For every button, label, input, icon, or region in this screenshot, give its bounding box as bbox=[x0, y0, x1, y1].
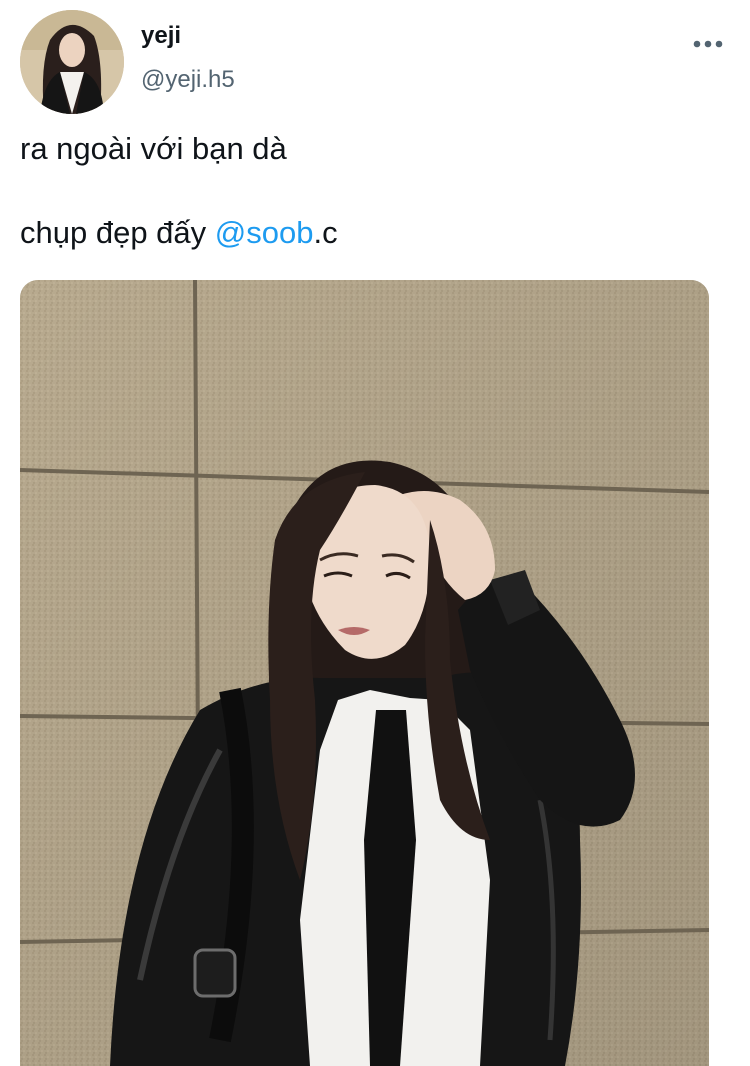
more-horizontal-icon bbox=[693, 40, 723, 48]
mention-link[interactable]: @soob bbox=[215, 215, 314, 250]
tweet-text: ra ngoài với bạn dà chụp đẹp đấy @soob.c bbox=[20, 128, 720, 254]
tweet-line: chụp đẹp đấy @soob.c bbox=[20, 212, 720, 254]
tweet-photo[interactable] bbox=[20, 280, 709, 1066]
tweet-line: ra ngoài với bạn dà bbox=[20, 131, 287, 166]
user-handle[interactable]: @yeji.h5 bbox=[141, 66, 235, 94]
photo-image bbox=[20, 280, 709, 1066]
display-name[interactable]: yeji bbox=[141, 22, 181, 50]
tweet-text-segment: chụp đẹp đấy bbox=[20, 215, 215, 250]
avatar[interactable] bbox=[20, 10, 124, 114]
more-options-button[interactable] bbox=[690, 30, 726, 58]
tweet: yeji @yeji.h5 ra ngoài với bạn dà chụp đ… bbox=[0, 0, 750, 1066]
profile-photo-icon bbox=[20, 10, 124, 114]
tweet-text-segment: .c bbox=[313, 215, 338, 250]
